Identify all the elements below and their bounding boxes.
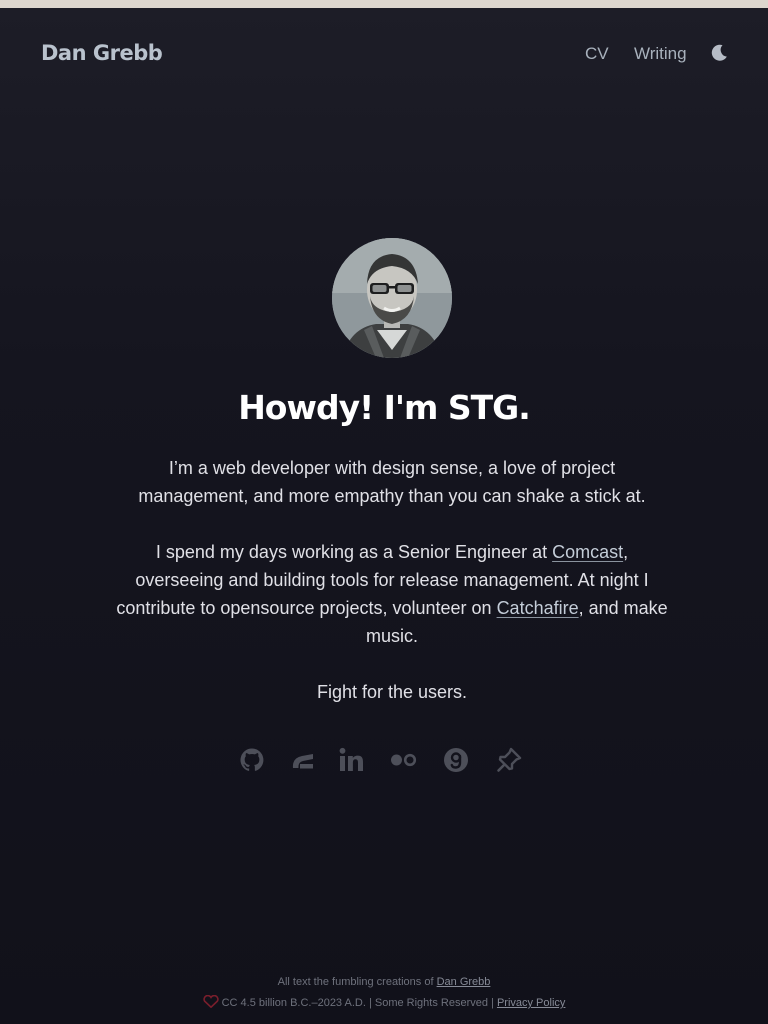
site-header: Dan Grebb CV Writing: [0, 8, 768, 100]
avatar: [332, 238, 452, 358]
heart-icon: [202, 994, 219, 1009]
linkedin-icon[interactable]: [338, 746, 366, 774]
privacy-policy-link[interactable]: Privacy Policy: [497, 997, 565, 1009]
comcast-link[interactable]: Comcast: [552, 542, 623, 562]
github-icon[interactable]: [238, 746, 266, 774]
page-title: Howdy! I'm STG.: [238, 388, 531, 427]
footer-credit-text: All text the fumbling creations of: [277, 976, 437, 988]
moon-icon[interactable]: [709, 43, 729, 63]
bio-paragraph-1: I’m a web developer with design sense, a…: [138, 458, 646, 506]
pinboard-icon[interactable]: [495, 746, 523, 774]
social-links: [0, 746, 768, 776]
footer-license: CC 4.5 billion B.C.–2023 A.D. | Some Rig…: [0, 994, 768, 1009]
nav-writing-link[interactable]: Writing: [634, 44, 687, 64]
bio-paragraph-3: Fight for the users.: [316, 682, 468, 702]
page: Dan Grebb CV Writing Howdy! I'm STG. I’m…: [0, 8, 768, 1024]
bio-text: I spend my days working as a Senior Engi…: [155, 542, 553, 562]
brand-link[interactable]: Dan Grebb: [41, 41, 163, 65]
footer-license-text: CC 4.5 billion B.C.–2023 A.D. | Some Rig…: [221, 997, 497, 1009]
footer-author-link[interactable]: Dan Grebb: [437, 976, 491, 988]
footer-credit: All text the fumbling creations of Dan G…: [0, 976, 768, 988]
catchafire-link[interactable]: Catchafire: [497, 598, 579, 618]
flickr-icon[interactable]: [389, 746, 417, 774]
stack-icon[interactable]: [289, 746, 317, 774]
goodreads-icon[interactable]: [442, 746, 470, 774]
browser-top-strip: [0, 0, 768, 8]
nav-cv-link[interactable]: CV: [585, 44, 609, 64]
bio-paragraph-2: I spend my days working as a Senior Engi…: [114, 538, 670, 650]
